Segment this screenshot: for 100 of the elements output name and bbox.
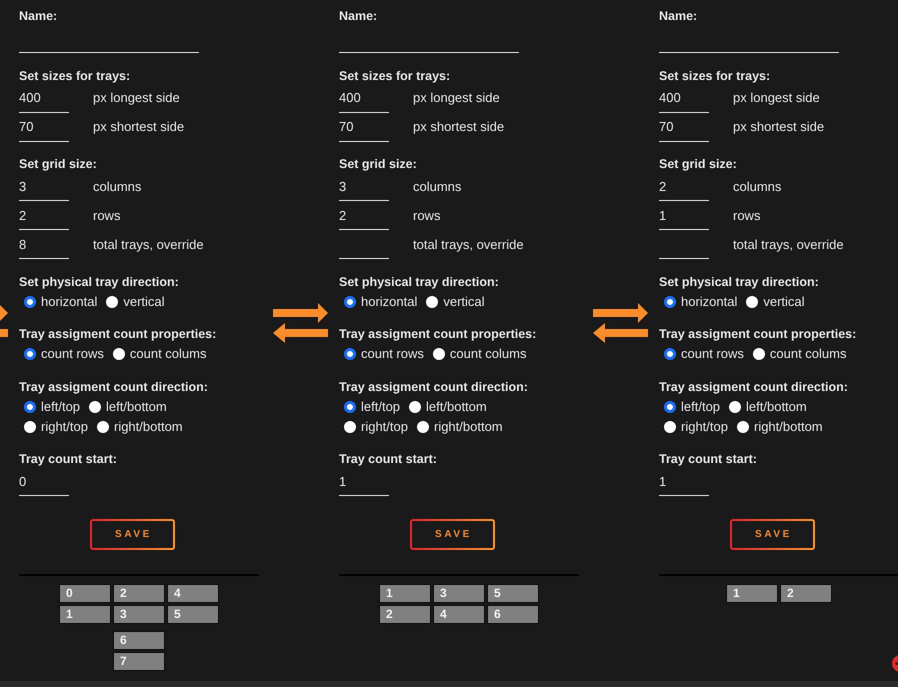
section-title: Tray assigment count properties:	[19, 326, 216, 342]
field-label: px shortest side	[733, 118, 824, 136]
radio-option[interactable]: left/top	[24, 398, 80, 416]
tray-tile: 4	[433, 604, 485, 624]
save-button[interactable]: SAVE	[730, 519, 815, 550]
radio-option[interactable]: left/top	[344, 398, 400, 416]
section-title: Set sizes for trays:	[19, 68, 130, 84]
radio-button[interactable]	[24, 400, 36, 412]
tray-tile: 4	[167, 584, 219, 602]
radio-option[interactable]: right/bottom	[416, 418, 503, 436]
field-label: px longest side	[93, 89, 180, 107]
field-label: px shortest side	[413, 118, 504, 136]
radio-button[interactable]	[426, 296, 438, 308]
radio-option[interactable]: right/bottom	[96, 418, 183, 436]
save-button[interactable]: SAVE	[410, 519, 495, 550]
radio-button[interactable]	[24, 296, 36, 308]
radio-option[interactable]: right/top	[344, 418, 408, 436]
field-label: total trays, override	[93, 236, 204, 254]
radio-button[interactable]	[409, 400, 422, 412]
tray-tile: 0	[59, 584, 111, 602]
field-label: total trays, override	[733, 236, 844, 254]
radio-button[interactable]	[344, 348, 356, 360]
radio-button[interactable]	[736, 420, 749, 432]
radio-button[interactable]	[96, 420, 109, 432]
radio-button[interactable]	[344, 400, 356, 412]
tray-tile: 6	[487, 604, 539, 624]
radio-option[interactable]: horizontal	[344, 292, 418, 310]
field-label: Name:	[339, 8, 378, 24]
input-field[interactable]: 8	[19, 230, 69, 259]
section-title: Tray count start:	[339, 451, 437, 467]
save-button[interactable]: SAVE	[90, 519, 175, 550]
field-label: rows	[733, 206, 760, 224]
radio-button[interactable]	[664, 400, 676, 412]
section-title: Tray assigment count direction:	[659, 378, 848, 394]
radio-option[interactable]: left/bottom	[409, 398, 487, 416]
field-label: total trays, override	[413, 236, 524, 254]
radio-button[interactable]	[416, 420, 429, 432]
radio-button[interactable]	[112, 348, 125, 360]
input-field[interactable]: 1	[339, 467, 389, 496]
radio-button[interactable]	[664, 296, 676, 308]
radio-option[interactable]: horizontal	[664, 292, 738, 310]
radio-button[interactable]	[752, 348, 765, 360]
radio-button[interactable]	[729, 400, 742, 412]
radio-button[interactable]	[432, 348, 445, 360]
radio-option[interactable]: right/top	[664, 418, 728, 436]
radio-option[interactable]: count rows	[664, 345, 744, 363]
radio-option[interactable]: count colums	[752, 345, 846, 363]
radio-option[interactable]: vertical	[746, 292, 805, 310]
input-field[interactable]: 400	[339, 84, 389, 112]
radio-button[interactable]	[24, 348, 36, 360]
radio-option[interactable]: count rows	[24, 345, 104, 363]
section-title: Tray count start:	[659, 451, 757, 467]
section-title: Set sizes for trays:	[659, 68, 770, 84]
tray-tile: 7	[113, 652, 165, 670]
radio-button[interactable]	[664, 348, 676, 360]
field-label: Name:	[659, 8, 698, 24]
radio-option[interactable]: count colums	[432, 345, 526, 363]
field-label: columns	[413, 178, 462, 196]
radio-option[interactable]: vertical	[426, 292, 485, 310]
radio-option[interactable]: horizontal	[24, 292, 98, 310]
radio-button[interactable]	[664, 420, 676, 432]
tray-tile: 5	[487, 584, 539, 602]
input-field[interactable]: 3	[19, 172, 69, 201]
radio-button[interactable]	[344, 420, 356, 432]
radio-option[interactable]: vertical	[106, 292, 165, 310]
radio-button[interactable]	[344, 296, 356, 308]
tray-tile: 5	[167, 604, 219, 624]
radio-option[interactable]: count colums	[112, 345, 206, 363]
input-field[interactable]: 70	[659, 112, 709, 142]
section-title: Set physical tray direction:	[659, 274, 819, 290]
radio-option[interactable]: right/bottom	[736, 418, 823, 436]
tray-tile: 1	[726, 584, 778, 602]
swap-arrows-icon[interactable]	[273, 303, 328, 343]
radio-button[interactable]	[106, 296, 118, 308]
section-title: Set grid size:	[19, 156, 97, 172]
input-field[interactable]: 70	[339, 112, 389, 142]
radio-option[interactable]: right/top	[24, 418, 88, 436]
radio-button[interactable]	[89, 400, 102, 412]
radio-option[interactable]: count rows	[344, 345, 424, 363]
input-field[interactable]: 3	[339, 172, 389, 201]
radio-button[interactable]	[746, 296, 758, 308]
input-field[interactable]: 400	[659, 84, 709, 112]
section-title: Set physical tray direction:	[19, 274, 179, 290]
section-title: Set grid size:	[339, 156, 417, 172]
radio-button[interactable]	[24, 420, 36, 432]
input-field[interactable]: 1	[659, 467, 709, 496]
input-field[interactable]: 400	[19, 84, 69, 112]
swap-arrows-icon[interactable]	[593, 303, 648, 343]
input-field[interactable]: 2	[19, 201, 69, 230]
input-field[interactable]: 0	[19, 467, 69, 496]
radio-option[interactable]: left/bottom	[89, 398, 167, 416]
tray-tile: 3	[113, 604, 165, 624]
input-field[interactable]: 2	[339, 201, 389, 230]
input-field[interactable]: 2	[659, 172, 709, 201]
radio-option[interactable]: left/bottom	[729, 398, 807, 416]
section-title: Set grid size:	[659, 156, 737, 172]
input-field[interactable]: 1	[659, 201, 709, 230]
input-field[interactable]: 70	[19, 112, 69, 142]
radio-option[interactable]: left/top	[664, 398, 720, 416]
section-title: Tray assigment count properties:	[659, 326, 856, 342]
